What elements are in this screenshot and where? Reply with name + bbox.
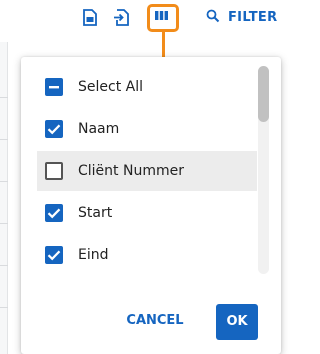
filter-button[interactable]: FILTER [228,10,277,25]
checked-checkbox-icon[interactable] [45,204,63,222]
option-label: Select All [78,79,143,95]
toolbar: FILTER [0,0,281,42]
option-start[interactable]: Start [37,193,257,233]
table-row-divider [0,265,8,266]
cancel-button[interactable]: CANCEL [123,307,187,335]
option-eind[interactable]: Eind [37,235,257,275]
table-row-divider [0,181,8,182]
option-label: Start [78,205,113,221]
option-label: Naam [78,121,120,137]
option-label: Eind [78,247,109,263]
table-row-divider [0,307,8,308]
table-row-divider [0,223,8,224]
ok-button[interactable]: OK [216,304,258,340]
checked-checkbox-icon[interactable] [45,246,63,264]
scrollbar-thumb[interactable] [258,66,269,122]
option-label: Cliënt Nummer [78,163,184,179]
highlight-box [147,4,179,32]
option-select-all[interactable]: Select All [37,67,257,107]
indeterminate-checkbox-icon[interactable] [45,78,63,96]
search-icon[interactable] [206,9,224,27]
table-row-divider [0,139,8,140]
scrollbar[interactable] [258,66,269,274]
document-export-icon[interactable] [83,9,101,27]
document-import-icon[interactable] [114,9,132,27]
option-naam[interactable]: Naam [37,109,257,149]
checked-checkbox-icon[interactable] [45,120,63,138]
unchecked-checkbox-icon[interactable] [45,162,63,180]
table-row-divider [0,97,8,98]
columns-dropdown-panel: Select All Naam Cliënt Nummer Start Eind… [21,57,281,354]
option-client-nummer[interactable]: Cliënt Nummer [37,151,257,191]
